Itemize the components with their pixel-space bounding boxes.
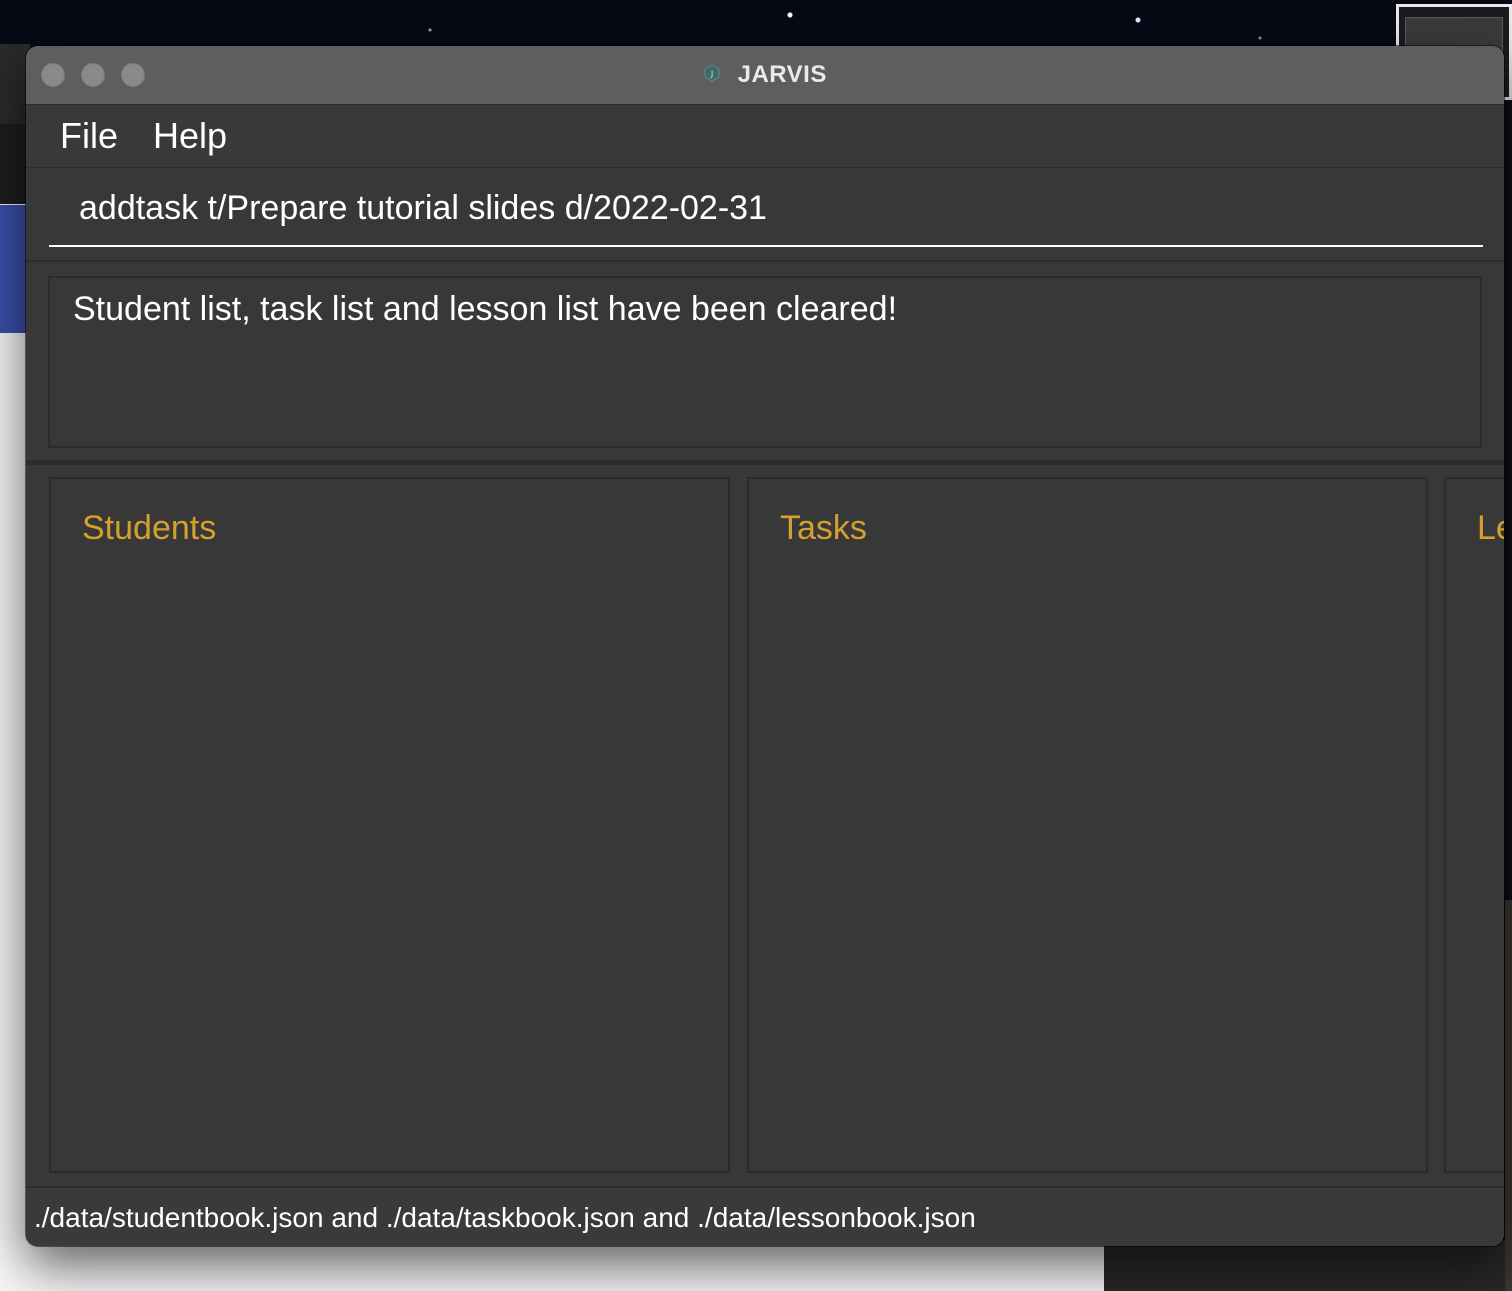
students-panel[interactable]: Students	[49, 477, 730, 1173]
command-box	[26, 168, 1504, 260]
menu-bar: File Help	[26, 105, 1504, 168]
jarvis-window: J JARVIS File Help Student list, task li…	[26, 46, 1504, 1246]
desktop-wallpaper-rock-right	[1505, 900, 1512, 1291]
window-titlebar[interactable]: J JARVIS	[26, 46, 1504, 105]
window-title: JARVIS	[737, 61, 827, 88]
divider	[26, 260, 1504, 262]
svg-text:J: J	[710, 70, 713, 79]
desktop-wallpaper-rock	[1104, 1240, 1512, 1291]
window-title-group: J JARVIS	[26, 60, 1504, 90]
lessons-panel-title: Le	[1477, 509, 1504, 547]
menu-file[interactable]: File	[60, 115, 118, 157]
result-display: Student list, task list and lesson list …	[48, 276, 1482, 448]
students-panel-title: Students	[82, 509, 217, 547]
status-save-location: ./data/studentbook.json and ./data/taskb…	[34, 1202, 976, 1233]
app-icon: J	[704, 64, 720, 82]
menu-help[interactable]: Help	[153, 115, 227, 157]
lessons-panel[interactable]: Le	[1444, 477, 1504, 1173]
result-message: Student list, task list and lesson list …	[73, 290, 898, 328]
divider	[26, 460, 1504, 465]
tasks-panel[interactable]: Tasks	[747, 477, 1428, 1173]
command-input[interactable]	[49, 171, 1483, 247]
status-bar: ./data/studentbook.json and ./data/taskb…	[26, 1186, 1504, 1246]
background-document	[0, 1240, 1104, 1291]
tasks-panel-title: Tasks	[780, 509, 867, 547]
